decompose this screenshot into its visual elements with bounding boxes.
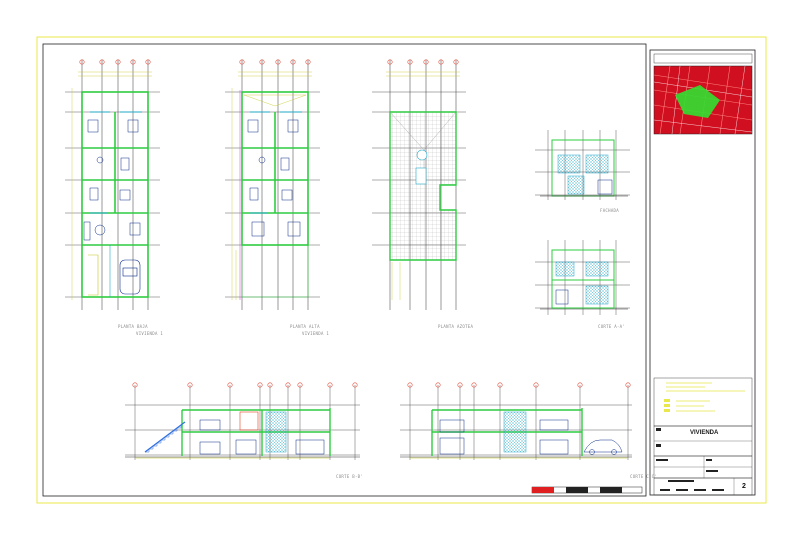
section-aa-title: CORTE A-A': [598, 324, 626, 329]
facade-elevation: [535, 130, 630, 200]
facade-title: FACHADA: [600, 208, 619, 213]
cad-drawing-sheet: [36, 36, 767, 504]
plan-roof-title: PLANTA AZOTEA: [438, 324, 474, 329]
plan-ground-subtitle: VIVIENDA 1: [136, 331, 164, 336]
plan-upper-title: PLANTA ALTA: [290, 324, 320, 329]
plan-ground-title: PLANTA BAJA: [118, 324, 148, 329]
section-bb-title: CORTE B-B': [336, 474, 364, 479]
plan-roof: [372, 59, 466, 310]
plan-upper-floor: [225, 59, 320, 310]
section-bb: [125, 382, 360, 460]
graphic-scale-bar: [531, 486, 643, 494]
sheet-number: 2: [742, 483, 746, 490]
section-cc-title: CORTE C-C': [630, 474, 658, 479]
plan-ground-floor: [65, 59, 160, 310]
project-name: VIVIENDA: [690, 430, 719, 436]
title-block: [649, 49, 756, 496]
section-cc: [400, 382, 632, 460]
plan-upper-subtitle: VIVIENDA 1: [302, 331, 330, 336]
section-aa: [535, 240, 630, 315]
